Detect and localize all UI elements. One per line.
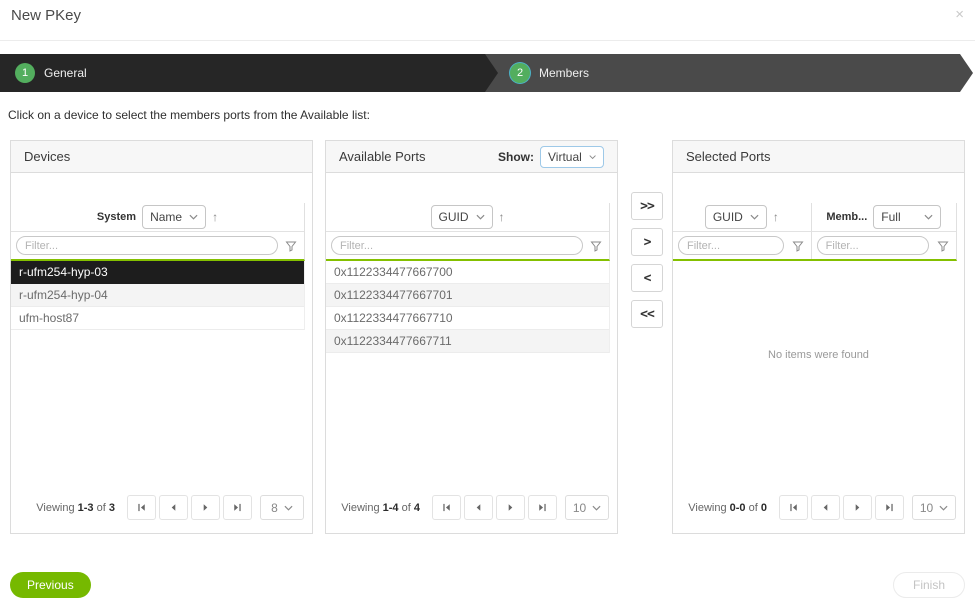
filter-funnel-icon[interactable] xyxy=(790,240,806,252)
transfer-button-group: >> > < << xyxy=(631,192,663,328)
device-row[interactable]: r-ufm254-hyp-03 xyxy=(11,261,304,284)
filter-funnel-icon[interactable] xyxy=(935,240,951,252)
wizard-step-members[interactable]: 2 Members xyxy=(482,54,973,92)
available-grid-head: GUID ↑ xyxy=(326,203,610,261)
selected-sort-direction-icon[interactable]: ↑ xyxy=(773,210,779,224)
previous-page-button[interactable] xyxy=(811,495,840,520)
next-page-button[interactable] xyxy=(843,495,872,520)
first-page-button[interactable] xyxy=(432,495,461,520)
move-selected-left-button[interactable]: < xyxy=(631,264,663,292)
next-page-button[interactable] xyxy=(191,495,220,520)
devices-page-size-select[interactable]: 8 xyxy=(260,495,304,520)
previous-button[interactable]: Previous xyxy=(10,572,91,598)
available-sort-direction-icon[interactable]: ↑ xyxy=(499,210,505,224)
next-page-button[interactable] xyxy=(496,495,525,520)
close-icon[interactable]: × xyxy=(955,7,964,22)
available-filter-input[interactable] xyxy=(331,236,583,255)
empty-list-message: No items were found xyxy=(673,349,964,361)
first-page-button[interactable] xyxy=(127,495,156,520)
move-all-right-button[interactable]: >> xyxy=(631,192,663,220)
available-port-row[interactable]: 0x1122334477667711 xyxy=(326,330,609,353)
chevron-down-icon xyxy=(939,505,948,511)
filter-funnel-icon[interactable] xyxy=(588,240,604,252)
move-all-left-button[interactable]: << xyxy=(631,300,663,328)
last-page-button[interactable] xyxy=(223,495,252,520)
devices-viewing-text: Viewing 1-3 of 3 xyxy=(36,502,115,514)
membership-column-label: Memb... xyxy=(826,211,867,223)
devices-sort-field-select[interactable]: Name xyxy=(142,205,206,229)
selected-membership-filter-input[interactable] xyxy=(817,236,929,255)
chevron-down-icon xyxy=(189,214,198,220)
move-selected-right-button[interactable]: > xyxy=(631,228,663,256)
available-ports-title: Available Ports xyxy=(339,149,425,164)
devices-panel-title: Devices xyxy=(24,149,70,164)
header-divider xyxy=(0,40,975,41)
available-ports-panel: Available Ports Show: Virtual GUID ↑ 0x1… xyxy=(325,140,618,534)
step-2-number-badge: 2 xyxy=(510,63,530,83)
filter-funnel-icon[interactable] xyxy=(283,240,299,252)
finish-button[interactable]: Finish xyxy=(893,572,965,598)
selected-ports-panel: Selected Ports GUID ↑ Memb... Full xyxy=(672,140,965,534)
chevron-down-icon xyxy=(476,214,485,220)
available-port-row[interactable]: 0x1122334477667701 xyxy=(326,284,609,307)
chevron-down-icon xyxy=(284,505,293,511)
membership-select[interactable]: Full xyxy=(873,205,941,229)
available-page-size-select[interactable]: 10 xyxy=(565,495,609,520)
available-pagination: Viewing 1-4 of 4 10 xyxy=(341,495,609,520)
devices-list: r-ufm254-hyp-03 r-ufm254-hyp-04 ufm-host… xyxy=(11,261,305,330)
device-row[interactable]: r-ufm254-hyp-04 xyxy=(11,284,304,307)
step-1-label: General xyxy=(44,66,87,80)
chevron-down-icon xyxy=(592,505,601,511)
chevron-down-icon xyxy=(750,214,759,220)
devices-filter-input[interactable] xyxy=(16,236,278,255)
devices-sort-direction-icon[interactable]: ↑ xyxy=(212,210,218,224)
selected-guid-sort-select[interactable]: GUID xyxy=(705,205,767,229)
available-port-row[interactable]: 0x1122334477667700 xyxy=(326,261,609,284)
available-port-row[interactable]: 0x1122334477667710 xyxy=(326,307,609,330)
selected-ports-title: Selected Ports xyxy=(686,149,771,164)
wizard-steps: 2 Members 1 General xyxy=(0,54,975,92)
device-row[interactable]: ufm-host87 xyxy=(11,307,304,330)
available-viewing-text: Viewing 1-4 of 4 xyxy=(341,502,420,514)
last-page-button[interactable] xyxy=(528,495,557,520)
instruction-text: Click on a device to select the members … xyxy=(8,108,370,122)
available-sort-field-select[interactable]: GUID xyxy=(431,205,493,229)
chevron-down-icon xyxy=(924,214,933,220)
selected-viewing-text: Viewing 0-0 of 0 xyxy=(688,502,767,514)
previous-page-button[interactable] xyxy=(464,495,493,520)
devices-grid-head: System Name ↑ xyxy=(11,203,305,261)
devices-pagination: Viewing 1-3 of 3 8 xyxy=(36,495,304,520)
previous-page-button[interactable] xyxy=(159,495,188,520)
devices-panel: Devices System Name ↑ r-ufm254-hyp-03 r-… xyxy=(10,140,313,534)
available-ports-list: 0x1122334477667700 0x1122334477667701 0x… xyxy=(326,261,610,353)
selected-guid-filter-input[interactable] xyxy=(678,236,784,255)
selected-page-size-select[interactable]: 10 xyxy=(912,495,956,520)
chevron-down-icon xyxy=(589,154,596,160)
first-page-button[interactable] xyxy=(779,495,808,520)
step-1-number-badge: 1 xyxy=(15,63,35,83)
show-label: Show: xyxy=(498,150,534,164)
devices-sort-column-label: System xyxy=(97,211,136,223)
dialog-title: New PKey xyxy=(11,7,81,24)
selected-pagination: Viewing 0-0 of 0 10 xyxy=(688,495,956,520)
last-page-button[interactable] xyxy=(875,495,904,520)
show-type-select[interactable]: Virtual xyxy=(540,146,604,168)
step-2-label: Members xyxy=(539,66,589,80)
wizard-step-general[interactable]: 1 General xyxy=(0,54,498,92)
selected-grid-head: GUID ↑ Memb... Full xyxy=(673,203,957,261)
